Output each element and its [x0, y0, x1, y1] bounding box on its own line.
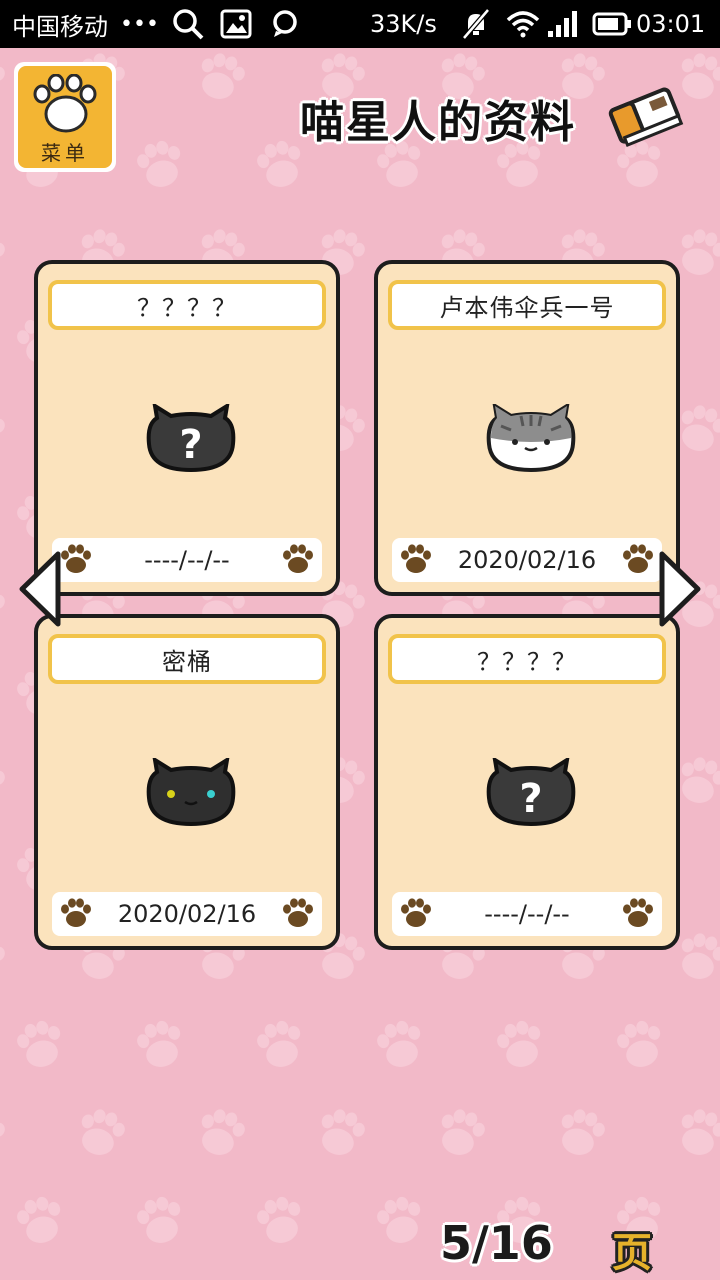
paw-icon [280, 542, 316, 578]
more-dots: ••• [120, 11, 159, 37]
cat-name: 卢本伟伞兵一号 [388, 280, 666, 330]
cat-name: ？？？？ [48, 280, 326, 330]
next-page-arrow[interactable] [658, 550, 702, 628]
battery-icon [592, 0, 632, 48]
cat-name: ？？？？ [388, 634, 666, 684]
page-indicator: 5/16 [440, 1216, 553, 1270]
signal-icon [546, 0, 580, 48]
paw-icon [33, 74, 97, 133]
menu-label: 菜单 [41, 141, 89, 165]
date-bar: ----/--/-- [52, 538, 322, 582]
unknown-cat-icon: ? [141, 401, 241, 476]
status-bar: 中国移动 ••• 33K/s 03:01 [0, 0, 720, 48]
date-bar: 2020/02/16 [392, 538, 662, 582]
cat-card[interactable]: 卢本伟伞兵一号 2020/02/16 [374, 260, 680, 596]
mute-icon [462, 0, 490, 48]
chat-icon [270, 0, 300, 48]
date-bar: 2020/02/16 [52, 892, 322, 936]
page-title: 喵星人的资料 [300, 97, 576, 148]
cat-card[interactable]: 密桶 2020/02/16 [34, 614, 340, 950]
network-speed: 33K/s [370, 10, 437, 38]
paw-icon [280, 896, 316, 932]
svg-text:?: ? [179, 422, 202, 468]
previous-page-arrow[interactable] [18, 550, 62, 628]
search-icon [170, 0, 206, 48]
menu-button[interactable]: 菜单 [14, 62, 116, 172]
svg-text:?: ? [519, 776, 542, 822]
black-cat-icon [141, 755, 241, 830]
cat-card[interactable]: ？？？？? ----/--/-- [34, 260, 340, 596]
clock: 03:01 [636, 10, 706, 38]
cat-card[interactable]: ？？？？? ----/--/-- [374, 614, 680, 950]
image-icon [220, 0, 252, 48]
unknown-cat-icon: ? [481, 755, 581, 830]
page-suffix: 页 [612, 1230, 652, 1276]
cat-name: 密桶 [48, 634, 326, 684]
paw-icon [620, 542, 656, 578]
book-icon [608, 87, 684, 147]
date-bar: ----/--/-- [392, 892, 662, 936]
wifi-icon [506, 0, 540, 48]
paw-icon [620, 896, 656, 932]
gray-tabby-cat-icon [481, 401, 581, 476]
carrier-label: 中国移动 [12, 12, 108, 41]
